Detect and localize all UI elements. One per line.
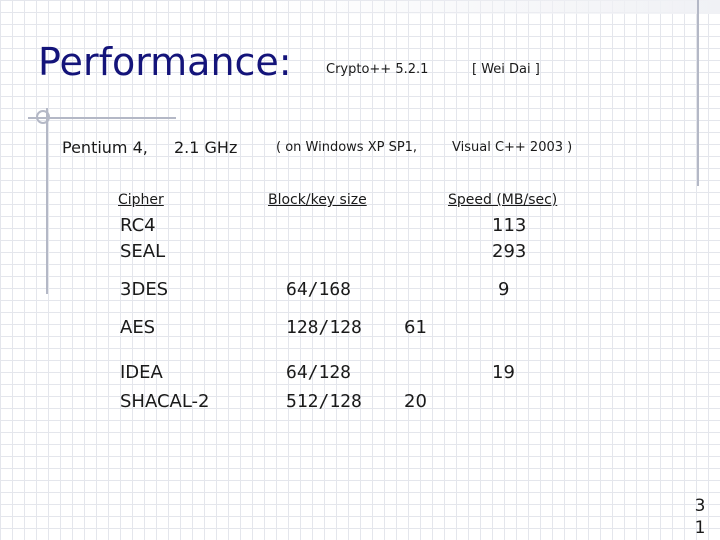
speed-3des: 9	[498, 279, 510, 300]
cipher-shacal2: SHACAL-2	[120, 391, 210, 412]
platform-cpu: Pentium 4,	[62, 138, 148, 157]
speed-idea: 19	[492, 362, 515, 383]
page-number-tens: 3	[694, 496, 706, 516]
cipher-aes: AES	[120, 317, 156, 338]
cipher-rc4: RC4	[120, 215, 156, 236]
block-aes: 128/128	[286, 317, 362, 338]
platform-os: ( on Windows XP SP1,	[276, 140, 418, 155]
left-rule	[46, 108, 48, 294]
author-name: [ Wei Dai ]	[472, 62, 540, 77]
block-idea: 64/128	[286, 362, 352, 383]
header-block-size: Block/key size	[268, 192, 367, 208]
platform-compiler: Visual C++ 2003 )	[452, 140, 573, 155]
cipher-3des: 3DES	[120, 279, 169, 300]
block-3des: 64/168	[286, 279, 352, 300]
speed-aes: 61	[404, 317, 427, 338]
page-number-ones: 1	[694, 518, 706, 538]
header-speed: Speed (MB/sec)	[448, 192, 558, 208]
block-shacal2: 512/128	[286, 391, 362, 412]
title-rule	[28, 117, 176, 119]
library-name: Crypto++ 5.2.1	[326, 62, 429, 77]
top-decoration	[270, 0, 720, 14]
header-cipher: Cipher	[118, 192, 164, 208]
slide-title: Performance:	[38, 40, 292, 84]
crosshair-icon	[36, 110, 50, 124]
speed-shacal2: 20	[404, 391, 427, 412]
speed-seal: 293	[492, 241, 527, 262]
right-rule	[697, 0, 699, 186]
speed-rc4: 113	[492, 215, 527, 236]
cipher-idea: IDEA	[120, 362, 163, 383]
platform-frequency: 2.1 GHz	[174, 138, 238, 157]
cipher-seal: SEAL	[120, 241, 166, 262]
